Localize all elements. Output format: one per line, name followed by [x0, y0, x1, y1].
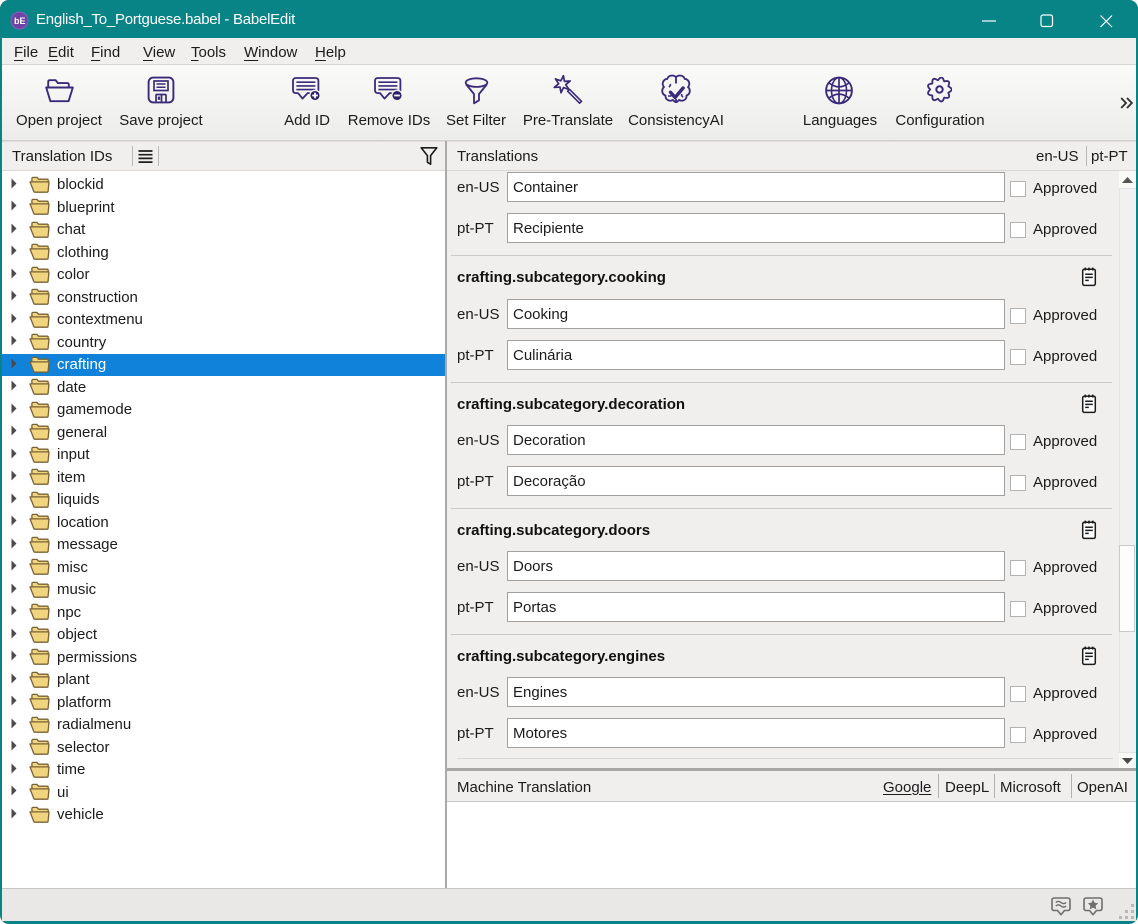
svg-text:bE: bE — [14, 16, 26, 26]
